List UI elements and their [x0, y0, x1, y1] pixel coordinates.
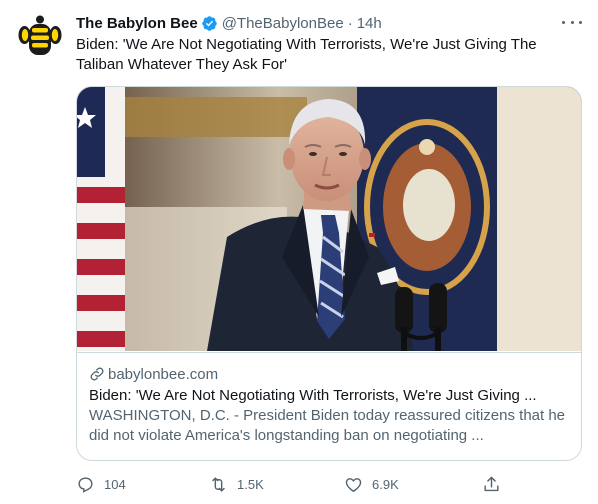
author-handle[interactable]: @TheBabylonBee — [222, 15, 344, 32]
separator-dot: · — [347, 14, 353, 32]
link-card[interactable]: babylonbee.com Biden: 'We Are Not Negoti… — [76, 86, 582, 461]
link-icon — [90, 367, 104, 381]
tweet-actions: 104 1.5K 6.9K — [76, 472, 506, 496]
retweet-icon — [212, 476, 225, 492]
more-options-icon[interactable] — [562, 14, 582, 30]
author-name[interactable]: The Babylon Bee — [76, 15, 198, 32]
heart-icon — [345, 477, 362, 492]
card-description: WASHINGTON, D.C. - President Biden today… — [89, 407, 566, 444]
reply-button[interactable]: 104 — [76, 472, 126, 496]
reply-icon — [78, 476, 93, 493]
tweet-header: The Babylon Bee @TheBabylonBee · 14h — [76, 13, 382, 33]
card-image[interactable] — [77, 87, 581, 351]
retweet-count: 1.5K — [237, 476, 264, 492]
like-count: 6.9K — [372, 476, 399, 492]
card-domain: babylonbee.com — [89, 364, 569, 384]
timestamp[interactable]: 14h — [357, 15, 382, 32]
card-body[interactable]: babylonbee.com Biden: 'We Are Not Negoti… — [77, 352, 581, 460]
like-button[interactable]: 6.9K — [344, 472, 399, 496]
man-at-podium-photo — [77, 87, 581, 351]
verified-badge-icon — [201, 15, 218, 32]
share-button[interactable] — [482, 472, 510, 496]
retweet-button[interactable]: 1.5K — [209, 472, 264, 496]
avatar[interactable] — [18, 14, 62, 58]
bee-logo-icon — [18, 15, 62, 55]
tweet-text: Biden: 'We Are Not Negotiating With Terr… — [76, 36, 537, 73]
card-domain-text: babylonbee.com — [108, 365, 219, 383]
card-title: Biden: 'We Are Not Negotiating With Terr… — [89, 387, 537, 404]
share-icon — [484, 476, 499, 491]
reply-count: 104 — [104, 476, 126, 492]
